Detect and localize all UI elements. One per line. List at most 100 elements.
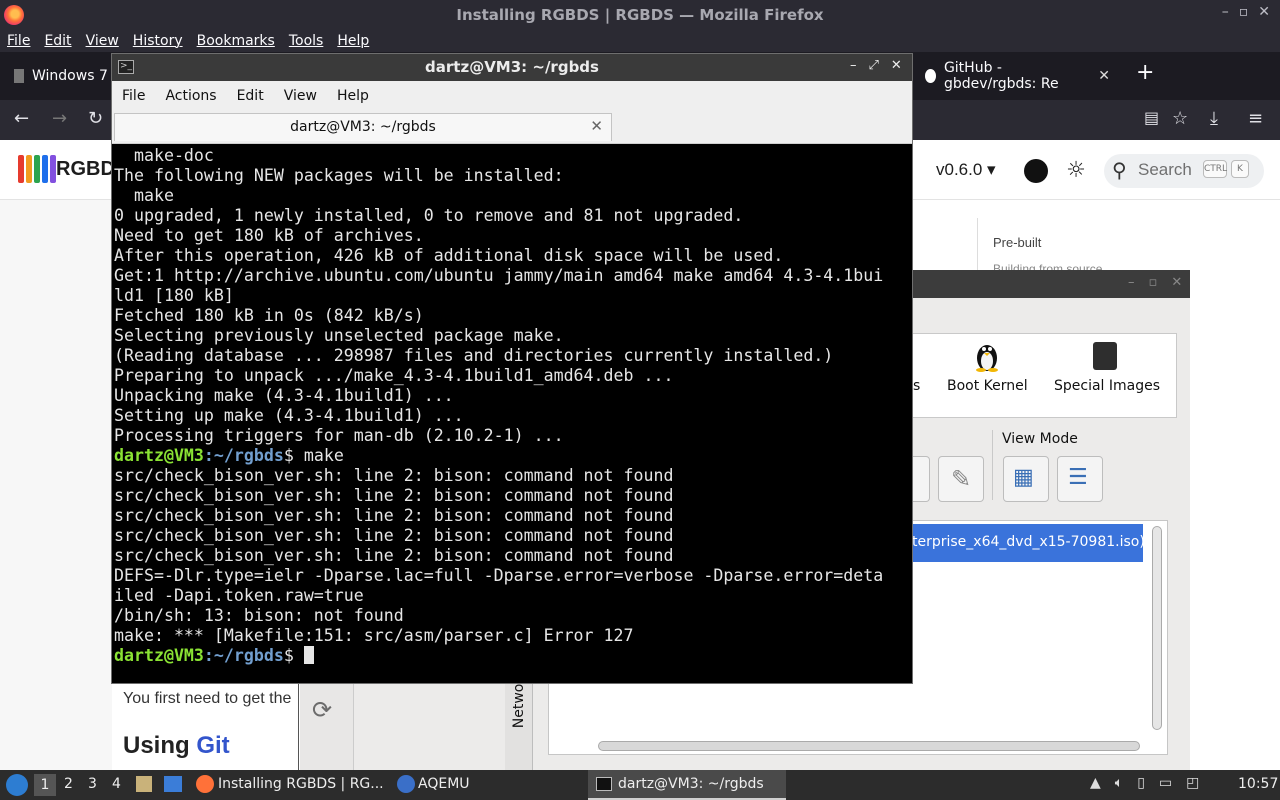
theme-toggle-icon[interactable]: ☼: [1064, 159, 1088, 183]
special-images-button[interactable]: Special Images: [1054, 378, 1160, 394]
terminal-line: (Reading database ... 298987 files and d…: [114, 346, 834, 365]
reader-view-icon[interactable]: ▤: [1144, 108, 1159, 127]
firefox-window-controls: – ▫ ✕: [1222, 4, 1270, 20]
maximize-icon[interactable]: ⤢: [869, 58, 879, 73]
downloads-icon[interactable]: ⤓: [1210, 108, 1218, 129]
terminal-line: src/check_bison_ver.sh: line 2: bison: c…: [114, 546, 674, 565]
workspace-1[interactable]: 1: [34, 774, 56, 796]
menu-edit[interactable]: Edit: [44, 33, 71, 49]
view-mode-label: View Mode: [1002, 431, 1078, 447]
clock: 10:57: [1238, 776, 1279, 792]
updates-icon[interactable]: ▲: [1090, 775, 1101, 791]
minimize-icon[interactable]: –: [850, 58, 857, 73]
workspace-2[interactable]: 2: [64, 776, 73, 792]
details-view-button[interactable]: ☰: [1057, 456, 1103, 502]
icon-view-button[interactable]: ▦: [1003, 456, 1049, 502]
menu-edit[interactable]: Edit: [227, 88, 274, 104]
close-icon[interactable]: ✕: [891, 58, 902, 73]
workspace-3[interactable]: 3: [88, 776, 97, 792]
menu-file[interactable]: File: [7, 33, 30, 49]
command-text: make: [303, 446, 344, 465]
firefox-menubar: File Edit View History Bookmarks Tools H…: [0, 30, 1280, 52]
minimize-icon[interactable]: –: [1222, 4, 1229, 20]
start-menu-icon[interactable]: [6, 774, 28, 796]
github-icon[interactable]: [1024, 159, 1048, 183]
menu-view[interactable]: View: [274, 88, 327, 104]
toc-link-building[interactable]: Building from source: [993, 262, 1102, 270]
workspace-4[interactable]: 4: [112, 776, 121, 792]
prompt-dollar: $: [283, 446, 304, 465]
terminal-output[interactable]: make-doc The following NEW packages will …: [114, 146, 910, 682]
search-label: Search: [1138, 160, 1192, 179]
terminal-tab[interactable]: dartz@VM3: ~/rgbds ✕: [114, 113, 612, 141]
terminal-line: Preparing to unpack .../make_4.3-4.1buil…: [114, 366, 674, 385]
bookmark-star-icon[interactable]: ☆: [1172, 108, 1188, 129]
page-icon: [14, 69, 24, 83]
heading-git-word: Git: [196, 732, 230, 759]
terminal-line: src/check_bison_ver.sh: line 2: bison: c…: [114, 526, 674, 545]
menu-file[interactable]: File: [112, 88, 155, 104]
file-manager-icon[interactable]: [136, 776, 152, 792]
taskbar-firefox[interactable]: Installing RGBDS | RG...: [218, 776, 384, 792]
terminal-line: Unpacking make (4.3-4.1build1) ...: [114, 386, 454, 405]
terminal-line: make: [114, 186, 174, 205]
vm-list-item[interactable]: terprise_x64_dvd_x15-70981.iso): [912, 524, 1143, 562]
menu-help[interactable]: Help: [337, 33, 369, 49]
terminal-line: iled -Dapi.token.raw=true: [114, 586, 364, 605]
terminal-line: make: *** [Makefile:151: src/asm/parser.…: [114, 626, 634, 645]
terminal-titlebar: dartz@VM3: ~/rgbds: [112, 54, 912, 81]
list-icon: ☰: [1068, 465, 1088, 490]
terminal-line: Get:1 http://archive.ubuntu.com/ubuntu j…: [114, 266, 884, 285]
edit-vm-button[interactable]: ✎: [938, 456, 984, 502]
back-icon[interactable]: ←: [14, 108, 29, 129]
taskbar-aqemu[interactable]: AQEMU: [418, 776, 470, 792]
close-icon[interactable]: ✕: [1258, 4, 1270, 20]
horizontal-scrollbar[interactable]: [598, 741, 1140, 751]
reload-icon[interactable]: ↻: [88, 108, 103, 129]
close-icon[interactable]: ✕: [1171, 275, 1182, 290]
refresh-icon[interactable]: ⟳: [312, 696, 332, 724]
version-dropdown[interactable]: v0.6.0 ▾: [936, 160, 996, 180]
clipboard-icon[interactable]: ▯: [1137, 775, 1145, 791]
tab-windows7[interactable]: Windows 7: [4, 60, 118, 92]
minimize-icon[interactable]: –: [1128, 275, 1135, 290]
maximize-icon[interactable]: ▫: [1239, 4, 1249, 20]
menu-tools[interactable]: Tools: [289, 33, 324, 49]
terminal-line: make-doc: [114, 146, 214, 165]
terminal-line: DEFS=-Dlr.type=ielr -Dparse.lac=full -Dp…: [114, 566, 884, 585]
forward-icon[interactable]: →: [52, 108, 67, 129]
terminal-tab-label: dartz@VM3: ~/rgbds: [290, 119, 436, 135]
rgbds-logo[interactable]: [18, 155, 56, 183]
terminal-line: ld1 [180 kB]: [114, 286, 234, 305]
hamburger-menu-icon[interactable]: ≡: [1248, 108, 1263, 129]
chip-icon[interactable]: [1093, 342, 1117, 370]
prompt-user: dartz@VM3: [114, 646, 204, 665]
menu-history[interactable]: History: [133, 33, 183, 49]
toc-link-prebuilt[interactable]: Pre-built: [993, 235, 1041, 250]
heading-prefix: Using: [123, 732, 197, 759]
menu-view[interactable]: View: [86, 33, 119, 49]
menu-bookmarks[interactable]: Bookmarks: [197, 33, 275, 49]
display-icon[interactable]: ▭: [1159, 775, 1172, 791]
vertical-scrollbar[interactable]: [1152, 526, 1162, 730]
terminal-line: Processing triggers for man-db (2.10.2-1…: [114, 426, 564, 445]
heading-using-git: Using Git: [123, 732, 230, 760]
menu-actions[interactable]: Actions: [155, 88, 226, 104]
boot-kernel-button[interactable]: Boot Kernel: [947, 378, 1028, 394]
menu-help[interactable]: Help: [327, 88, 379, 104]
show-desktop-icon[interactable]: [164, 776, 182, 792]
toolbar-button-partial[interactable]: [912, 456, 930, 502]
volume-icon[interactable]: 🔈︎: [1115, 775, 1123, 791]
tux-icon[interactable]: [975, 340, 999, 372]
grid-icon: ▦: [1013, 465, 1034, 490]
text-cursor: [303, 646, 314, 664]
close-tab-icon[interactable]: ✕: [1098, 68, 1110, 84]
terminal-line: src/check_bison_ver.sh: line 2: bison: c…: [114, 486, 674, 505]
network-icon[interactable]: ◰: [1186, 775, 1199, 791]
new-tab-button[interactable]: +: [1136, 60, 1154, 85]
tab-github[interactable]: GitHub - gbdev/rgbds: Re ✕: [915, 60, 1120, 92]
page-left-margin: [0, 200, 112, 770]
close-tab-icon[interactable]: ✕: [590, 117, 603, 135]
taskbar-terminal[interactable]: dartz@VM3: ~/rgbds: [618, 776, 764, 792]
maximize-icon[interactable]: ▫: [1149, 275, 1158, 290]
